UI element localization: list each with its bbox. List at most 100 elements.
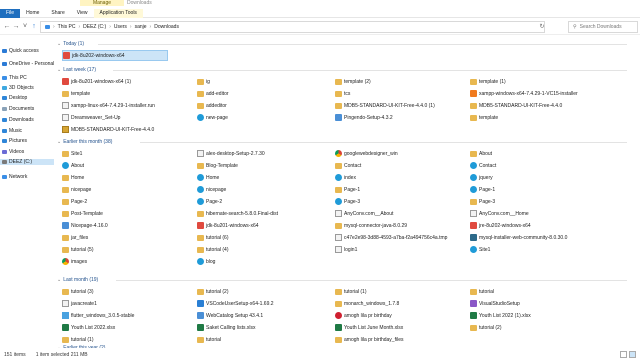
file-item[interactable]: index (335, 172, 465, 183)
file-item[interactable]: template (1) (470, 76, 630, 87)
file-item[interactable]: Page-2 (197, 196, 329, 207)
sidebar-item-pictures[interactable]: Pictures (2, 138, 27, 144)
file-item[interactable]: Page-1 (335, 184, 465, 195)
tab-file[interactable]: File (0, 9, 21, 18)
sidebar-item-deez-c[interactable]: DEEZ (C:) (0, 159, 54, 165)
file-item[interactable]: xampp-linux-x64-7.4.29-1-installer.run (62, 100, 192, 111)
file-item[interactable]: VisualStudioSetup (470, 298, 630, 309)
breadcrumb-item[interactable]: DEEZ (C:) (83, 24, 106, 30)
sidebar-item-music[interactable]: Music (2, 128, 22, 134)
file-item[interactable]: jdk-8u201-windows-x64 (1) (62, 76, 192, 87)
file-item[interactable]: jre-8u202-windows-x64 (470, 220, 630, 231)
file-item[interactable]: Page-3 (335, 196, 465, 207)
file-item[interactable]: monarch_windows_1.7.8 (335, 298, 465, 309)
group-header[interactable]: ⌄ Earlier this month (38) (57, 138, 112, 146)
tab-view[interactable]: View (71, 9, 94, 18)
chevron-down-icon[interactable]: ⌄ (57, 276, 61, 284)
file-item[interactable]: tcs (335, 88, 465, 99)
file-item[interactable]: Page-2 (62, 196, 192, 207)
file-item[interactable]: alex-desktop-Setup-2.7.30 (197, 148, 329, 159)
file-item[interactable]: template (62, 88, 192, 99)
file-item[interactable]: template (470, 112, 630, 123)
details-view-icon[interactable] (620, 351, 627, 358)
search-input[interactable]: Search Downloads (580, 24, 622, 30)
sidebar-item-documents[interactable]: Documents (2, 106, 34, 112)
forward-icon[interactable]: → (12, 22, 20, 32)
file-item[interactable]: tutorial (197, 334, 329, 345)
file-item[interactable]: images (62, 256, 192, 267)
file-item[interactable]: mysql-installer-web-community-8.0.30.0 (470, 232, 630, 243)
group-header[interactable]: ⌄ Today (1) (57, 40, 84, 48)
file-item[interactable]: flutter_windows_3.0.5-stable (62, 310, 192, 321)
file-item[interactable]: mysql-connector-java-8.0.29 (335, 220, 465, 231)
chevron-down-icon[interactable]: ⌄ (57, 66, 61, 74)
breadcrumb-item[interactable]: This PC (58, 24, 76, 30)
file-item[interactable]: AnyConv.com__Home (470, 208, 630, 219)
sidebar-item-quick-access[interactable]: Quick access (2, 48, 39, 54)
file-item[interactable]: Page-3 (470, 196, 630, 207)
file-item[interactable]: About (62, 160, 192, 171)
file-item[interactable]: Saket Calling lists.xlsx (197, 322, 329, 333)
file-item[interactable]: Contact (470, 160, 630, 171)
tiles-view-icon[interactable] (629, 351, 636, 358)
file-item[interactable]: Site1 (62, 148, 192, 159)
sidebar-item-desktop[interactable]: Desktop (2, 95, 27, 101)
file-item[interactable]: tutorial (3) (62, 286, 192, 297)
file-item[interactable]: Youth List 2022 (1).xlsx (470, 310, 630, 321)
file-item[interactable]: Blog-Template (197, 160, 329, 171)
chevron-down-icon[interactable]: ⌄ (57, 344, 61, 348)
context-tab-manage[interactable]: Manage (80, 0, 124, 6)
file-item[interactable]: Dreamweaver_Set-Up (62, 112, 192, 123)
sidebar-item-this-pc[interactable]: This PC (2, 75, 27, 81)
file-item[interactable]: MDB5-STANDARD-UI-KIT-Free-4.4.0 (470, 100, 630, 111)
breadcrumb-item[interactable]: Users (114, 24, 127, 30)
file-item[interactable]: tutorial (4) (197, 244, 329, 255)
file-item[interactable]: amogh lila pr birthday_files (335, 334, 465, 345)
breadcrumb-item[interactable]: Downloads (154, 24, 179, 30)
file-item[interactable]: blog (197, 256, 329, 267)
file-item[interactable]: WebCatalog Setup 43.4.1 (197, 310, 329, 321)
file-item[interactable]: Youth List June Month.xlsx (335, 322, 465, 333)
file-item[interactable]: AnyConv.com__About (335, 208, 465, 219)
file-item[interactable]: Nicepage-4.16.0 (62, 220, 192, 231)
breadcrumb-item[interactable]: sanje (135, 24, 147, 30)
sidebar-item-onedrive-personal[interactable]: OneDrive - Personal (2, 61, 54, 67)
file-item[interactable]: Site1 (470, 244, 630, 255)
file-item[interactable]: Page-1 (470, 184, 630, 195)
file-item[interactable]: new-page (197, 112, 329, 123)
file-item[interactable]: amogh lila pr birthday (335, 310, 465, 321)
file-item[interactable]: javacreate1 (62, 298, 192, 309)
chevron-down-icon[interactable]: ⌄ (57, 40, 61, 48)
file-item[interactable]: jar_files (62, 232, 192, 243)
tab-home[interactable]: Home (20, 9, 45, 18)
file-item[interactable]: login1 (335, 244, 465, 255)
file-item[interactable]: nicepage (62, 184, 192, 195)
file-item[interactable]: Post-Template (62, 208, 192, 219)
file-item[interactable]: add-editor (197, 88, 329, 99)
file-item[interactable]: Contact (335, 160, 465, 171)
file-item[interactable]: hibernate-search-5.8.0.Final-dist (197, 208, 329, 219)
search-box[interactable]: ⚲ Search Downloads (568, 21, 638, 33)
file-item[interactable]: Home (62, 172, 192, 183)
sidebar-item-downloads[interactable]: Downloads (2, 117, 34, 123)
file-item[interactable]: googlewebdesigner_win (335, 148, 465, 159)
file-item[interactable]: jdk-8u201-windows-x64 (197, 220, 329, 231)
file-item[interactable]: tutorial (1) (335, 286, 465, 297)
file-item[interactable]: About (470, 148, 630, 159)
sidebar-item-3d-objects[interactable]: 3D Objects (2, 85, 34, 91)
file-item[interactable]: Home (197, 172, 329, 183)
refresh-icon[interactable]: ↻ (538, 21, 546, 33)
file-item[interactable]: c47e2e98-3d88-4593-a7ba-f2a494756c4a.tmp (335, 232, 465, 243)
group-header[interactable]: ⌄ Earlier this year (2) (57, 344, 105, 348)
tab-share[interactable]: Share (45, 9, 70, 18)
file-item[interactable]: tutorial (5) (62, 244, 192, 255)
file-item[interactable]: jdk-8u202-windows-x64 (62, 50, 168, 61)
file-item[interactable]: tutorial (470, 286, 630, 297)
file-item[interactable]: tutorial (6) (197, 232, 329, 243)
recent-chevron-icon[interactable]: ˅ (21, 22, 29, 32)
file-item[interactable]: VSCodeUserSetup-x64-1.69.2 (197, 298, 329, 309)
file-item[interactable]: Pingendo-Setup-4.3.2 (335, 112, 465, 123)
file-item[interactable]: xampp-windows-x64-7.4.29-1-VC15-installe… (470, 88, 630, 99)
tab-application-tools[interactable]: Application Tools (93, 9, 143, 18)
file-item[interactable]: tutorial (2) (197, 286, 329, 297)
